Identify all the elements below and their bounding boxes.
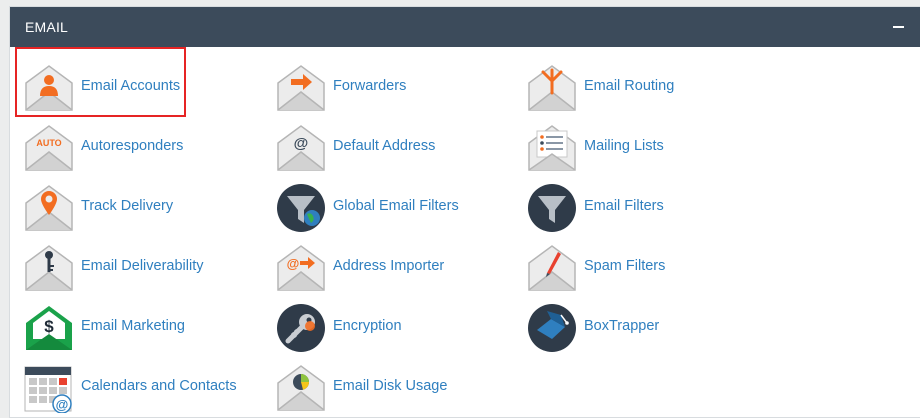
at-badge: @ (287, 256, 300, 271)
item-label: Spam Filters (584, 258, 666, 274)
calendars-and-contacts-link[interactable]: @ Calendars and Contacts (24, 363, 264, 413)
boxtrapper-icon (528, 304, 576, 352)
item-label: Email Accounts (81, 78, 181, 94)
spam-filters-link[interactable]: Spam Filters (527, 243, 767, 293)
panel-header[interactable]: EMAIL (10, 7, 920, 47)
encryption-link[interactable]: Encryption (276, 303, 516, 353)
track-delivery-link[interactable]: Track Delivery (24, 183, 264, 233)
email-disk-usage-link[interactable]: Email Disk Usage (276, 363, 516, 413)
item-label: Email Filters (584, 198, 664, 214)
global-email-filters-link[interactable]: Global Email Filters (276, 183, 516, 233)
item-label: Address Importer (333, 258, 445, 274)
default-address-link[interactable]: @ Default Address (276, 123, 516, 173)
email-routing-icon (528, 65, 576, 111)
item-label: Mailing Lists (584, 138, 664, 154)
item-label: Autoresponders (81, 138, 184, 154)
default-address-icon: @ (277, 125, 325, 171)
email-deliverability-icon (25, 245, 73, 291)
track-delivery-icon (25, 185, 73, 231)
autoresponders-link[interactable]: AUTO Autoresponders (24, 123, 264, 173)
item-label: Email Deliverability (81, 258, 204, 274)
at-badge: @ (56, 397, 69, 412)
item-label: Calendars and Contacts (81, 378, 237, 394)
item-label: BoxTrapper (584, 318, 660, 334)
calendars-and-contacts-icon: @ (24, 366, 72, 413)
mailing-lists-link[interactable]: Mailing Lists (527, 123, 767, 173)
forwarders-link[interactable]: Forwarders (276, 63, 516, 113)
email-disk-usage-icon (277, 365, 325, 411)
minus-icon[interactable] (892, 20, 906, 34)
item-label: Track Delivery (81, 198, 174, 214)
item-label: Email Marketing (81, 318, 185, 334)
encryption-icon (277, 304, 325, 352)
global-email-filters-icon (277, 184, 325, 232)
address-importer-link[interactable]: @ Address Importer (276, 243, 516, 293)
email-filters-link[interactable]: Email Filters (527, 183, 767, 233)
email-routing-link[interactable]: Email Routing (527, 63, 767, 113)
item-label: Email Routing (584, 78, 675, 94)
at-badge: @ (294, 135, 309, 152)
mailing-lists-icon (528, 125, 576, 171)
email-marketing-icon: $ (26, 306, 72, 350)
email-filters-icon (528, 184, 576, 232)
item-label: Default Address (333, 138, 436, 154)
forwarders-icon (277, 65, 325, 111)
email-deliverability-link[interactable]: Email Deliverability (24, 243, 264, 293)
address-importer-icon: @ (277, 245, 325, 291)
dollar-badge: $ (44, 317, 54, 336)
email-panel: EMAIL Email Accounts Forwarders Email Ro… (9, 6, 920, 418)
autoresponders-icon: AUTO (25, 125, 73, 171)
item-label: Forwarders (333, 78, 407, 94)
item-label: Email Disk Usage (333, 378, 448, 394)
item-label: Global Email Filters (333, 198, 459, 214)
email-marketing-link[interactable]: $ Email Marketing (24, 303, 264, 353)
spam-filters-icon (528, 245, 576, 291)
boxtrapper-link[interactable]: BoxTrapper (527, 303, 767, 353)
item-label: Encryption (333, 318, 402, 334)
email-accounts-icon (25, 65, 73, 111)
panel-title: EMAIL (25, 19, 69, 35)
auto-badge: AUTO (36, 138, 61, 148)
email-accounts-link[interactable]: Email Accounts (15, 47, 264, 117)
